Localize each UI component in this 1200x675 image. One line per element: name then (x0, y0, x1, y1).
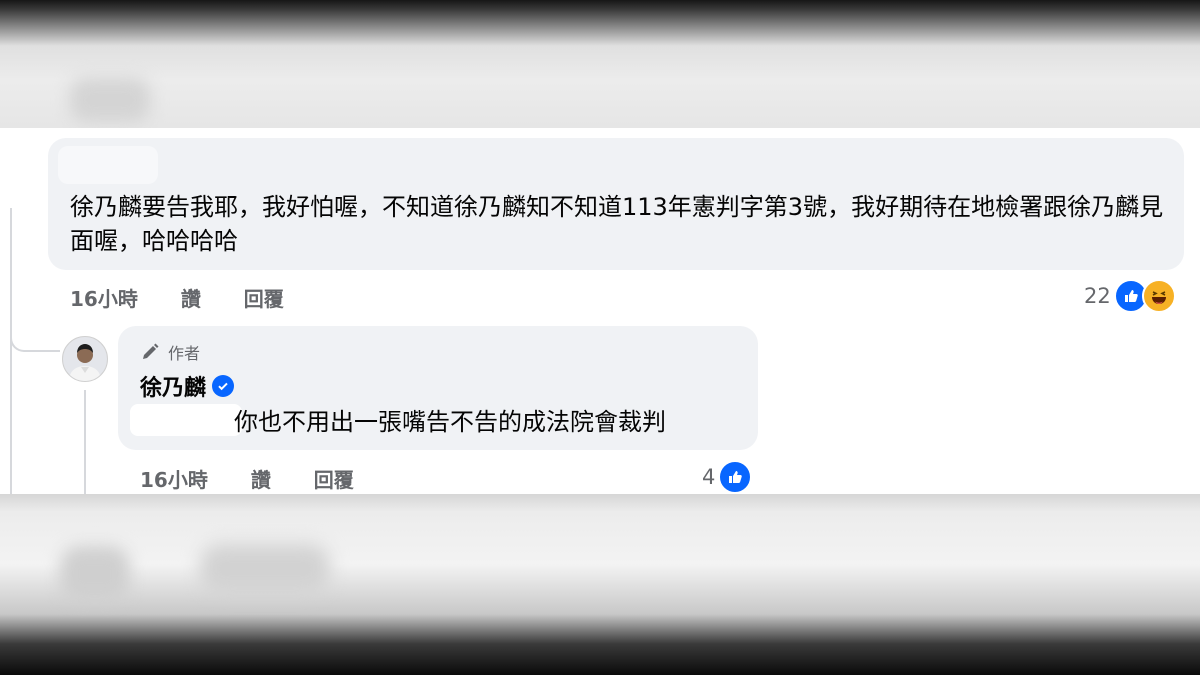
comment-actions: 16小時 讚 回覆 (70, 283, 320, 312)
blurred-content (60, 546, 130, 602)
author-badge: 作者 (140, 340, 200, 364)
reply-reaction-count: 4 (702, 465, 716, 489)
verified-badge-icon (212, 375, 235, 397)
comment-text: 徐乃麟要告我耶，我好怕喔，不知道徐乃麟知不知道113年憲判字第3號，我好期待在地… (70, 193, 1164, 255)
author-avatar[interactable] (62, 336, 108, 382)
reply-actions: 16小時 讚 回覆 (140, 464, 390, 493)
reaction-count: 22 (1084, 284, 1111, 308)
comment-thread: 徐乃麟要告我耶，我好怕喔，不知道徐乃麟知不知道113年憲判字第3號，我好期待在地… (0, 128, 1200, 494)
thread-line (10, 208, 12, 494)
reaction-summary[interactable]: 22 (1084, 279, 1176, 313)
author-name[interactable]: 徐乃麟 (140, 370, 206, 402)
reply-text: 你也不用出一張嘴告不告的成法院會裁判 (234, 408, 666, 436)
blurred-top-area (0, 0, 1200, 128)
like-button[interactable]: 讚 (181, 287, 201, 311)
reply-button[interactable]: 回覆 (244, 287, 284, 311)
reply-bubble: 作者 徐乃麟 你也不用出一張嘴告不告的成法院會裁判 (118, 326, 758, 450)
reply-like-button[interactable]: 讚 (251, 468, 271, 492)
like-icon (718, 460, 753, 494)
comment-timestamp[interactable]: 16小時 (70, 287, 138, 311)
blurred-content (70, 78, 150, 122)
author-badge-label: 作者 (168, 344, 201, 363)
redacted-mention (130, 404, 242, 436)
reply-author[interactable]: 徐乃麟 (140, 370, 235, 402)
reply-thread-line (84, 390, 86, 494)
haha-icon (1141, 279, 1176, 313)
redacted-name (58, 146, 158, 184)
reply-connector (10, 308, 60, 352)
pencil-icon (143, 343, 159, 359)
blurred-bottom-area (0, 494, 1200, 675)
reply-reply-button[interactable]: 回覆 (314, 468, 354, 492)
blurred-content (200, 544, 330, 594)
comment-bubble: 徐乃麟要告我耶，我好怕喔，不知道徐乃麟知不知道113年憲判字第3號，我好期待在地… (48, 138, 1184, 270)
reply-timestamp[interactable]: 16小時 (140, 468, 208, 492)
reply-reaction-summary[interactable]: 4 (702, 460, 753, 494)
